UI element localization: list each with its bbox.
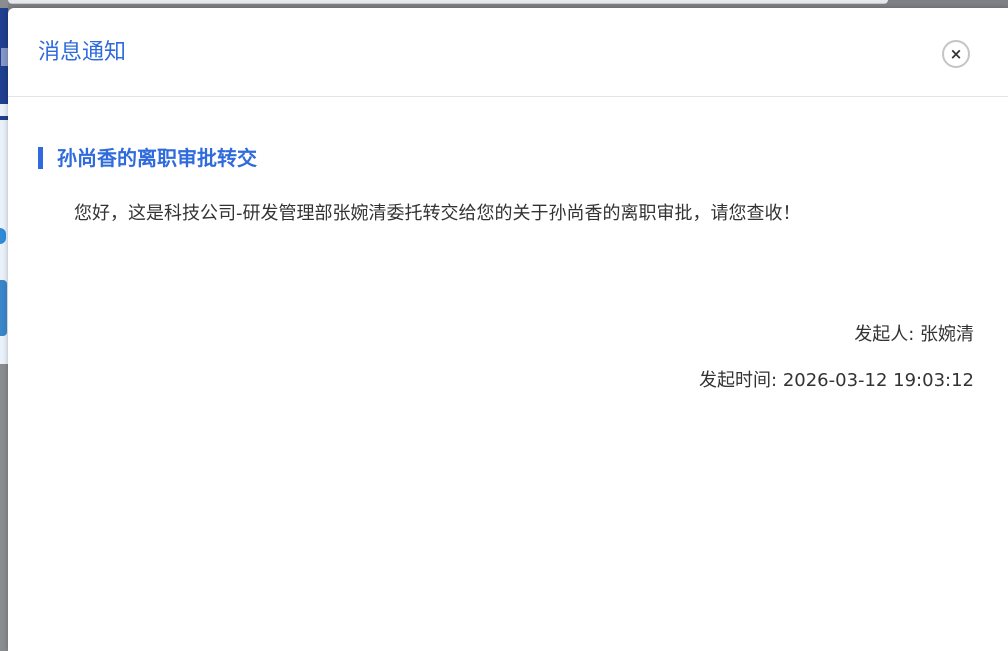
background-window-edge bbox=[8, 0, 888, 4]
close-button[interactable]: × bbox=[942, 40, 970, 68]
initiated-time-value: 2026-03-12 19:03:12 bbox=[782, 370, 974, 391]
message-body: 您好，这是科技公司-研发管理部张婉清委托转交给您的关于孙尚香的离职审批，请您查收… bbox=[74, 203, 801, 224]
message-title: 孙尚香的离职审批转交 bbox=[57, 146, 257, 170]
dialog-header: 消息通知 × bbox=[8, 8, 1008, 97]
background-decoration bbox=[0, 280, 7, 336]
heading-accent-bar bbox=[38, 147, 43, 169]
background-panel bbox=[0, 104, 8, 364]
message-heading: 孙尚香的离职审批转交 bbox=[38, 146, 257, 170]
background-decoration bbox=[0, 116, 8, 120]
close-icon: × bbox=[949, 44, 963, 63]
background-banner bbox=[0, 8, 8, 104]
dialog-title: 消息通知 bbox=[38, 40, 127, 65]
initiated-time-line: 发起时间: 2026-03-12 19:03:12 bbox=[699, 368, 974, 394]
background-decoration bbox=[0, 228, 6, 244]
initiator-name: 张婉清 bbox=[920, 324, 974, 345]
message-dialog: 消息通知 × 孙尚香的离职审批转交 您好，这是科技公司-研发管理部张婉清委托转交… bbox=[8, 8, 1008, 651]
background-text-fragment bbox=[1, 48, 8, 66]
initiator-label: 发起人: bbox=[854, 324, 920, 345]
initiator-line: 发起人: 张婉清 bbox=[854, 322, 974, 348]
initiated-time-label: 发起时间: bbox=[699, 370, 783, 391]
